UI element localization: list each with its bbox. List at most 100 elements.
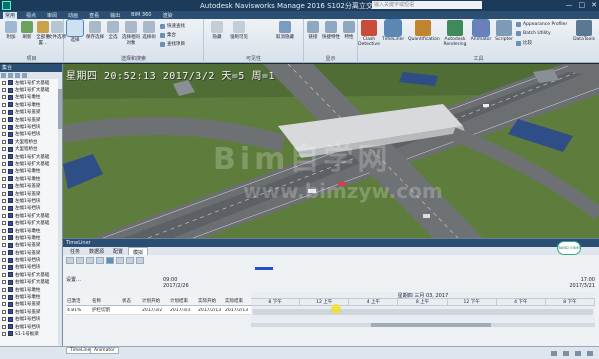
clash-detective-button[interactable]: Clash Detective [358, 20, 380, 47]
list-item[interactable]: 左幅1号挡块 [0, 123, 62, 130]
list-item[interactable]: 右幅1号盖梁 [0, 308, 62, 315]
play-icon[interactable] [116, 256, 124, 264]
sets-scrollbar[interactable] [58, 79, 62, 346]
expand-box-icon[interactable] [2, 125, 6, 130]
tab-output[interactable]: 输出 [108, 12, 122, 19]
tab-data-sources[interactable]: 数据源 [85, 247, 108, 255]
list-item[interactable]: 左幅1号扩大基础 [0, 153, 62, 160]
list-item[interactable]: 右幅1号墩柱 [0, 286, 62, 293]
tab-bim360[interactable]: BIM 360 [129, 12, 153, 18]
settings-button[interactable]: 设置… [66, 277, 81, 283]
list-item[interactable]: 左幅1号扩大基础 [0, 86, 62, 93]
step-forward-icon[interactable] [126, 256, 134, 264]
hide-button[interactable]: 隐藏 [208, 21, 226, 40]
tab-render[interactable]: 渲染 [160, 12, 174, 19]
play-back-icon[interactable] [86, 256, 94, 264]
animator-button[interactable]: Animator [470, 19, 492, 42]
unhide-all-button[interactable]: 取消隐藏 [276, 21, 294, 40]
close-button[interactable]: ✕ [591, 1, 597, 9]
list-item[interactable]: 左幅1号墩柱 [0, 168, 62, 175]
expand-box-icon[interactable] [2, 250, 6, 255]
gantt-bar[interactable] [253, 309, 593, 315]
expand-box-icon[interactable] [2, 110, 6, 115]
list-item[interactable]: 右幅1号扩大基础 [0, 279, 62, 286]
appearance-profiler-button[interactable]: Appearance Profiler [516, 22, 567, 27]
expand-box-icon[interactable] [2, 331, 6, 336]
expand-box-icon[interactable] [2, 117, 6, 122]
app-logo-icon[interactable] [2, 1, 11, 10]
sets-dropdown[interactable]: 集合 [160, 32, 176, 38]
stop-icon[interactable] [96, 256, 104, 264]
timeline-slider[interactable] [243, 267, 599, 270]
tab-configure[interactable]: 配置 [109, 247, 127, 255]
list-item[interactable]: 右幅1号扩大基础 [0, 219, 62, 226]
list-item[interactable]: 左幅1号挡块 [0, 197, 62, 204]
links-button[interactable]: 链接 [304, 21, 322, 40]
import-icon[interactable] [22, 73, 27, 78]
batch-utility-button[interactable]: Batch Utility [516, 31, 551, 36]
gantt-scrollbar[interactable] [251, 323, 595, 327]
minimize-button[interactable]: — [566, 1, 573, 9]
expand-box-icon[interactable] [2, 221, 6, 226]
autodesk-rendering-button[interactable]: Autodesk Rendering [442, 20, 468, 47]
list-item[interactable]: 右幅1号盖梁 [0, 242, 62, 249]
expand-box-icon[interactable] [2, 272, 6, 277]
expand-box-icon[interactable] [2, 176, 6, 181]
expand-box-icon[interactable] [2, 169, 6, 174]
list-item[interactable]: 左幅1号盖梁 [0, 116, 62, 123]
list-item[interactable]: S1-1号板梁 [0, 330, 62, 337]
list-item[interactable]: 大里程桥台 [0, 138, 62, 145]
list-item[interactable]: 左幅1号挡块 [0, 131, 62, 138]
scrollbar-thumb[interactable] [58, 89, 62, 129]
expand-box-icon[interactable] [2, 324, 6, 329]
delete-set-icon[interactable] [15, 73, 20, 78]
find-items-button[interactable]: 查找项目 [160, 41, 185, 47]
selection-tree-button[interactable]: 选择树 [140, 21, 158, 40]
list-item[interactable]: 左幅1号墩柱 [0, 94, 62, 101]
expand-box-icon[interactable] [2, 280, 6, 285]
expand-box-icon[interactable] [2, 317, 6, 322]
list-item[interactable]: 右幅1号墩柱 [0, 293, 62, 300]
expand-box-icon[interactable] [2, 287, 6, 292]
expand-box-icon[interactable] [2, 258, 6, 263]
tab-home[interactable]: 常用 [3, 11, 18, 19]
expand-box-icon[interactable] [2, 309, 6, 314]
expand-box-icon[interactable] [2, 132, 6, 137]
tab-animation[interactable]: 动画 [66, 12, 80, 19]
list-item[interactable]: 左幅1号盖梁 [0, 109, 62, 116]
require-button[interactable]: 强制可见 [230, 21, 248, 40]
rewind-icon[interactable] [66, 256, 74, 264]
list-item[interactable]: 左幅1号扩大基础 [0, 160, 62, 167]
quick-find-field[interactable]: 快速查找 [160, 23, 185, 29]
status-tab-animator[interactable]: Animator [90, 347, 119, 354]
datatools-button[interactable]: DataTools [572, 20, 596, 42]
save-set-icon[interactable] [1, 73, 6, 78]
expand-box-icon[interactable] [2, 265, 6, 270]
list-item[interactable]: 大里程桥台 [0, 146, 62, 153]
tab-review[interactable]: 审阅 [45, 12, 59, 19]
table-row[interactable]: 4.81% 护栏切割 2017/3/2 2017/3/3 2017/2/13 2… [66, 306, 251, 315]
list-item[interactable]: 右幅1号挡块 [0, 323, 62, 330]
expand-box-icon[interactable] [2, 228, 6, 233]
expand-box-icon[interactable] [2, 88, 6, 93]
select-all-button[interactable]: 全选 [104, 21, 122, 40]
list-item[interactable]: 左幅1号盖梁 [0, 182, 62, 189]
expand-box-icon[interactable] [2, 235, 6, 240]
expand-box-icon[interactable] [2, 102, 6, 107]
list-item[interactable]: 左幅1号墩柱 [0, 175, 62, 182]
expand-box-icon[interactable] [2, 295, 6, 300]
save-selection-button[interactable]: 保存选择 [86, 21, 104, 40]
tab-simulate[interactable]: 模拟 [128, 247, 149, 256]
pause-icon[interactable] [106, 256, 114, 264]
page-icon[interactable] [551, 351, 557, 356]
properties-button[interactable]: 特性 [340, 21, 358, 40]
list-item[interactable]: 右幅1号扩大基础 [0, 271, 62, 278]
tab-view[interactable]: 查看 [87, 12, 101, 19]
list-item[interactable]: 右幅1号挡块 [0, 256, 62, 263]
select-button[interactable]: 选择 [66, 19, 84, 43]
new-folder-icon[interactable] [8, 73, 13, 78]
expand-box-icon[interactable] [2, 161, 6, 166]
gantt-chart[interactable]: 星期四 三月 03, 2017 8 下午 12 上午 4 上午 8 上午 12 下午 4 … [251, 292, 595, 327]
step-back-icon[interactable] [76, 256, 84, 264]
quantification-button[interactable]: Quantification [408, 20, 440, 42]
